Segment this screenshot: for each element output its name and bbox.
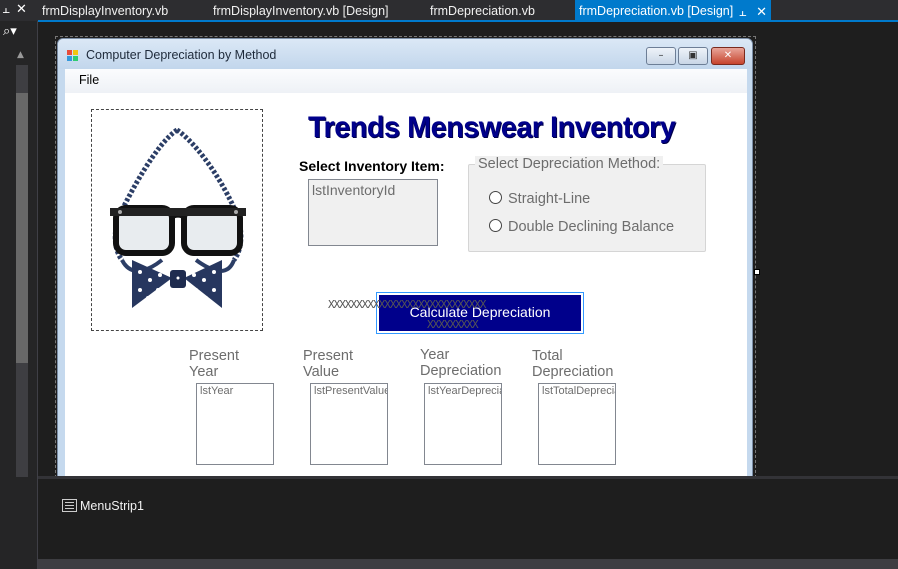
menustrip-component[interactable]: MenuStrip1 xyxy=(62,499,144,513)
radio-label: Straight-Line xyxy=(508,191,591,207)
straight-line-radio[interactable]: Straight-Line xyxy=(489,191,590,207)
group-legend: Select Depreciation Method: xyxy=(475,156,664,172)
panel-controls: ⫠ ✕ xyxy=(0,0,38,21)
year-listbox[interactable]: lstYear xyxy=(196,383,274,465)
year-depreciation-listbox[interactable]: lstYearDepreciation xyxy=(424,383,502,465)
toolbox-panel: ⌕▾ ▲ xyxy=(0,21,38,569)
vertical-scrollbar[interactable] xyxy=(16,65,28,477)
form-titlebar: Computer Depreciation by Method – ▣ ✕ xyxy=(58,39,752,69)
scroll-up-icon[interactable]: ▲ xyxy=(17,50,24,60)
radio-circle-icon xyxy=(489,219,502,232)
menu-file-label: File xyxy=(79,73,100,87)
picture-box[interactable] xyxy=(91,109,263,331)
present-year-header: Present Year xyxy=(189,348,239,380)
glasses-bowtie-image xyxy=(110,127,246,308)
total-depreciation-listbox[interactable]: lstTotalDepreciation xyxy=(538,383,616,465)
present-value-listbox[interactable]: lstPresentValue xyxy=(310,383,388,465)
listbox-name: lstPresentValue xyxy=(314,385,388,397)
present-value-header: Present Value xyxy=(303,348,353,380)
inventory-listbox[interactable]: lstInventoryId xyxy=(308,179,438,246)
pin-icon[interactable]: ⫠ xyxy=(739,4,747,19)
inventory-heading: Trends Menswear Inventory xyxy=(308,111,676,144)
component-tray: MenuStrip1 xyxy=(38,479,898,559)
result-label-1: XXXXXXXXXXXXXXXXXXXXXXXXXXXX xyxy=(328,298,486,311)
minimize-button[interactable]: – xyxy=(646,47,676,65)
pin-icon[interactable]: ⫠ xyxy=(2,2,10,17)
radio-label: Double Declining Balance xyxy=(508,219,675,235)
close-icon[interactable]: ✕ xyxy=(756,4,767,19)
depreciation-method-group: Select Depreciation Method: Straight-Lin… xyxy=(468,156,706,252)
inventory-list-name: lstInventoryId xyxy=(312,182,396,198)
close-icon[interactable]: ✕ xyxy=(16,2,27,17)
listbox-name: lstYearDepreciation xyxy=(428,385,501,397)
resize-grip[interactable] xyxy=(754,269,760,275)
tab-label: frmDisplayInventory.vb xyxy=(42,4,169,18)
document-tab-strip: ⫠ ✕ frmDisplayInventory.vb frmDisplayInv… xyxy=(0,0,898,21)
total-depreciation-header: Total Depreciation xyxy=(532,348,614,380)
tab-frmdisplayinventory-design[interactable]: frmDisplayInventory.vb [Design] xyxy=(209,0,423,21)
menu-file[interactable]: File xyxy=(79,73,99,87)
search-icon[interactable]: ⌕▾ xyxy=(3,24,31,42)
form-window[interactable]: Computer Depreciation by Method – ▣ ✕ Fi… xyxy=(57,38,753,478)
double-declining-radio[interactable]: Double Declining Balance xyxy=(489,219,674,235)
tab-frmdepreciation-vb[interactable]: frmDepreciation.vb xyxy=(426,0,574,21)
year-depreciation-header: Year Depreciation xyxy=(420,347,502,379)
listbox-name: lstYear xyxy=(200,385,234,397)
close-button[interactable]: ✕ xyxy=(711,47,745,65)
menustrip-icon xyxy=(62,499,77,512)
form-client-area: File Trends Menswear Inventory Select In… xyxy=(65,69,747,477)
tab-frmdepreciation-design[interactable]: frmDepreciation.vb [Design] ⫠ ✕ xyxy=(575,0,771,21)
form-title: Computer Depreciation by Method xyxy=(86,48,277,62)
result-label-2: XXXXXXXXX xyxy=(427,318,479,331)
menustrip-label: MenuStrip1 xyxy=(80,499,144,513)
scrollbar-thumb[interactable] xyxy=(16,93,28,363)
tab-label: frmDisplayInventory.vb [Design] xyxy=(213,4,389,18)
maximize-button[interactable]: ▣ xyxy=(678,47,708,65)
radio-circle-icon xyxy=(489,191,502,204)
menu-strip: File xyxy=(65,69,747,93)
horizontal-scrollbar[interactable] xyxy=(38,559,898,569)
listbox-name: lstTotalDepreciation xyxy=(542,385,615,397)
tab-label: frmDepreciation.vb xyxy=(430,4,535,18)
tab-frmdisplayinventory-vb[interactable]: frmDisplayInventory.vb xyxy=(38,0,206,21)
select-item-label: Select Inventory Item: xyxy=(299,158,445,174)
tab-label: frmDepreciation.vb [Design] xyxy=(579,4,734,18)
app-icon xyxy=(67,50,79,62)
